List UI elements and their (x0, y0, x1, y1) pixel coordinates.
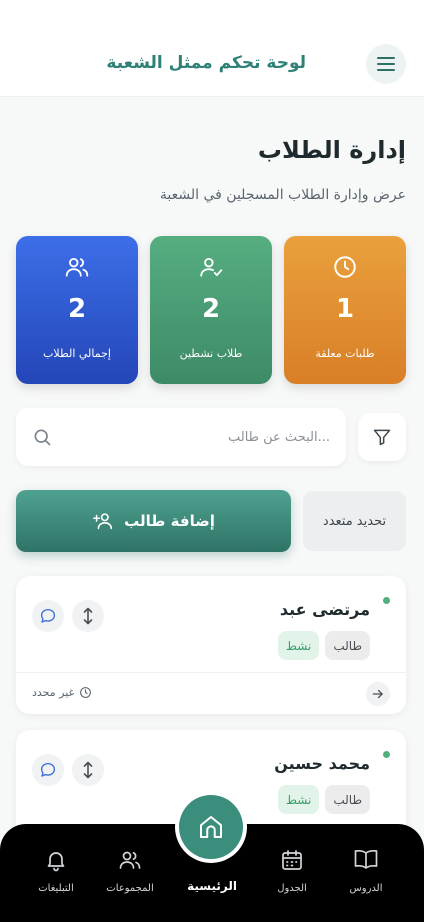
open-details-button[interactable] (366, 682, 390, 706)
add-student-button[interactable]: إضافة طالب (16, 490, 291, 552)
nav-item-home[interactable] (179, 795, 243, 859)
nav-label: التبليغات (38, 883, 74, 894)
search-icon (34, 429, 51, 446)
add-student-label: إضافة طالب (124, 512, 215, 530)
user-check-icon (200, 257, 223, 277)
role-badge: طالب (325, 631, 370, 660)
message-button[interactable] (32, 754, 64, 786)
status-badge: نشط (277, 785, 320, 814)
card-divider (16, 672, 406, 673)
stat-label: طلبات معلقة (315, 347, 375, 360)
menu-button[interactable] (366, 44, 406, 84)
student-name: محمد حسين (274, 754, 370, 773)
users-icon (119, 851, 141, 869)
users-icon (65, 257, 89, 277)
clock-icon (334, 256, 356, 278)
filter-icon (373, 429, 391, 446)
home-icon (200, 816, 222, 838)
search-input[interactable] (70, 425, 330, 449)
hamburger-menu-icon (377, 57, 395, 71)
multi-select-button[interactable]: تحديد متعدد (303, 491, 406, 551)
clock-icon (80, 687, 92, 698)
move-button[interactable] (72, 600, 104, 632)
role-badge: طالب (325, 785, 370, 814)
date-label: غير محدد (32, 686, 75, 699)
active-status-dot (383, 751, 390, 758)
stat-value: 2 (67, 294, 87, 324)
nav-label: الدروس (349, 883, 383, 894)
top-bar: لوحة تحكم ممثل الشعبة (0, 0, 424, 97)
stat-label: إجمالي الطلاب (43, 347, 111, 360)
student-name: مرتضى عبد (279, 600, 370, 619)
bell-icon (47, 852, 65, 872)
nav-item-groups[interactable]: المجموعات (90, 848, 170, 894)
active-status-dot (383, 597, 390, 604)
stat-label: طلاب نشطين (179, 347, 243, 360)
arrow-right-icon (372, 689, 383, 699)
nav-item-notifications[interactable]: التبليغات (16, 848, 96, 894)
user-plus-icon (93, 513, 113, 530)
calendar-icon (282, 850, 302, 870)
stat-value: 2 (201, 294, 221, 324)
stat-card-pending-requests[interactable]: 1 طلبات معلقة (284, 236, 406, 384)
student-card[interactable]: مرتضى عبد طالب نشط غير محدد (16, 576, 406, 714)
nav-item-lessons[interactable]: الدروس (326, 848, 406, 894)
stat-value: 1 (335, 294, 355, 324)
sort-arrows-icon (83, 607, 93, 625)
chat-bubble-icon (40, 762, 56, 777)
message-button[interactable] (32, 600, 64, 632)
page-title: إدارة الطلاب (257, 136, 406, 164)
stat-card-total-students[interactable]: 2 إجمالي الطلاب (16, 236, 138, 384)
app-title: لوحة تحكم ممثل الشعبة (106, 53, 306, 73)
nav-item-schedule[interactable]: الجدول (252, 848, 332, 894)
book-open-icon (354, 849, 378, 869)
search-box (16, 408, 346, 466)
nav-label-home: الرئيسية (187, 879, 237, 893)
chat-bubble-icon (40, 608, 56, 623)
page-subtitle: عرض وإدارة الطلاب المسجلين في الشعبة (159, 187, 406, 203)
status-badge: نشط (277, 631, 320, 660)
sort-arrows-icon (83, 761, 93, 779)
move-button[interactable] (72, 754, 104, 786)
stat-card-active-students[interactable]: 2 طلاب نشطين (150, 236, 272, 384)
nav-label: المجموعات (106, 883, 154, 894)
registration-date: غير محدد (32, 686, 92, 699)
nav-label: الجدول (277, 883, 307, 894)
filter-button[interactable] (358, 413, 406, 461)
